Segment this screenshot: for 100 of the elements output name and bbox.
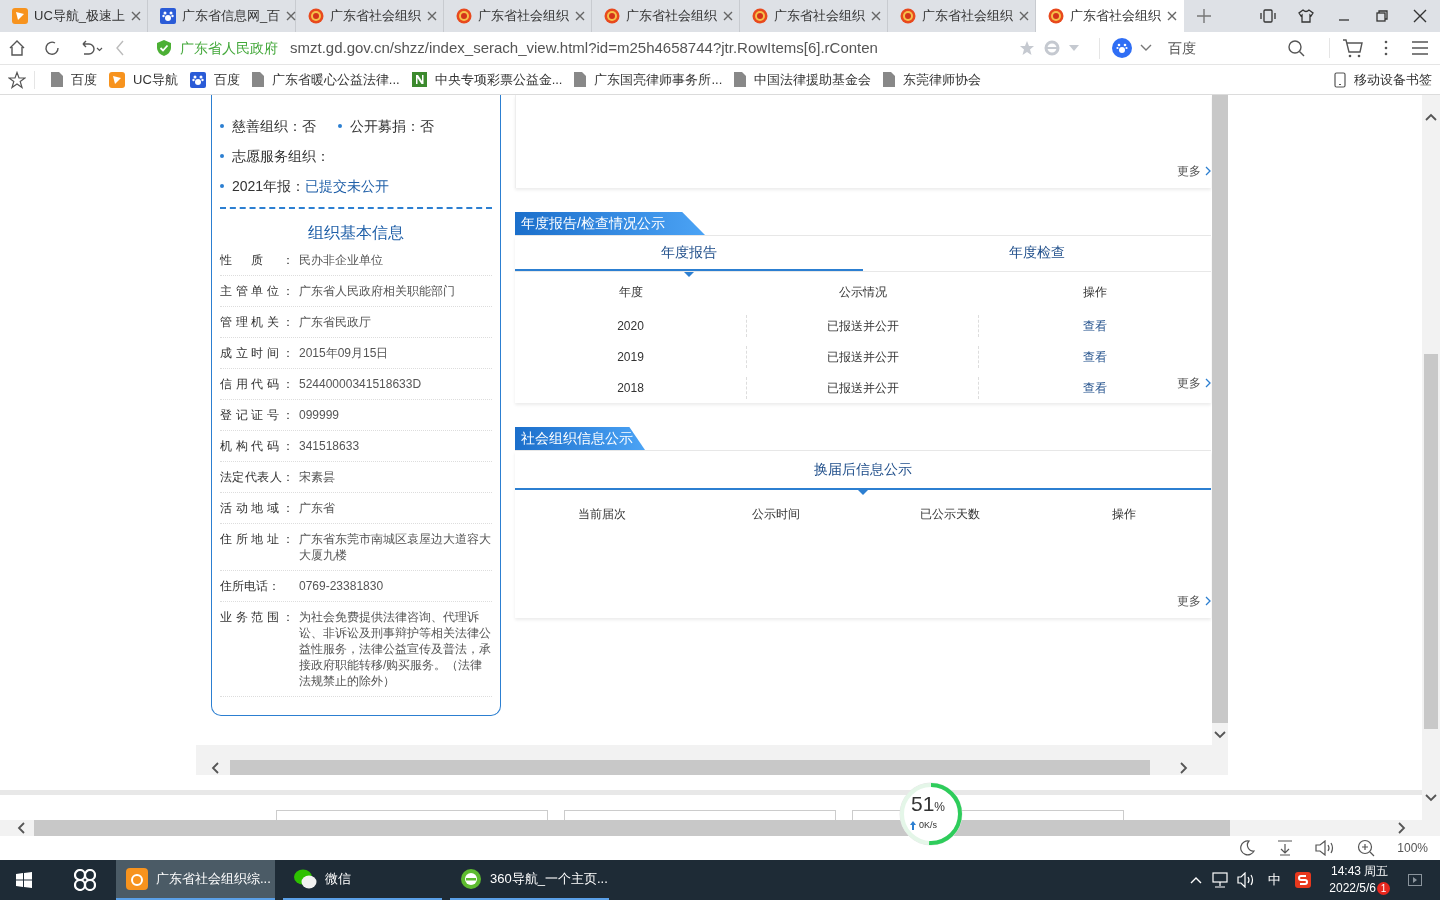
field-label: 信用代码：	[220, 376, 294, 392]
more-link[interactable]: 更多	[1177, 592, 1211, 610]
pointer-icon	[684, 271, 694, 277]
table-cell: 2020	[515, 315, 747, 338]
close-icon[interactable]	[575, 11, 585, 21]
star-icon[interactable]	[1018, 40, 1035, 56]
scrollbar-thumb[interactable]	[34, 820, 1230, 836]
chevron-left-icon[interactable]	[17, 822, 25, 834]
tab-title: UC导航_极速上	[34, 7, 125, 26]
more-link[interactable]: 更多	[1177, 374, 1211, 393]
document-icon	[574, 72, 587, 87]
chevron-up-icon[interactable]	[1425, 113, 1437, 121]
taskbar-app[interactable]: 360导航_一个主页...	[450, 860, 609, 900]
section-title: 组织基本信息	[307, 223, 405, 243]
chevron-right-icon[interactable]	[1180, 761, 1188, 774]
address-field[interactable]: smzt.gd.gov.cn/shzz/index_serach_view.html?id=m25h4658744?jtr.RowItems[6].rConten	[290, 36, 1019, 60]
taskbar-app[interactable]: 广东省社会组织综...	[116, 860, 275, 900]
download-icon[interactable]	[1277, 840, 1294, 856]
letter-s-logo-icon[interactable]	[1295, 872, 1312, 888]
field-label: 活动地域：	[220, 500, 294, 516]
chevron-right-icon[interactable]	[1398, 822, 1406, 834]
zoom-in-icon[interactable]	[1357, 839, 1376, 857]
view-link[interactable]: 查看	[1083, 347, 1107, 366]
vibrate-icon[interactable]	[1260, 8, 1276, 24]
site-name: 广东省人民政府	[180, 38, 278, 58]
tab-title: 广东省社会组织	[922, 7, 1013, 26]
close-icon[interactable]	[1167, 11, 1177, 21]
star-outline-icon[interactable]	[8, 70, 26, 89]
tab-title: 广东省社会组织	[774, 7, 865, 26]
bookmark-item[interactable]: 百度	[51, 69, 97, 90]
field-label: 住所地址：	[220, 531, 294, 548]
menu-icon[interactable]	[1412, 41, 1428, 55]
network-icon[interactable]	[1212, 872, 1229, 888]
panel-tab[interactable]: 年度检查	[863, 236, 1211, 271]
bookmark-item[interactable]: 百度	[189, 69, 240, 90]
chevron-left-icon[interactable]	[211, 761, 219, 774]
scrollbar-thumb[interactable]	[1424, 354, 1438, 729]
search-field[interactable]: 百度	[1167, 37, 1278, 59]
browser-tab[interactable]: 广东省社会组织	[1036, 0, 1184, 32]
panel-tab[interactable]: 换届后信息公示	[515, 451, 1211, 488]
home-icon[interactable]	[8, 39, 26, 57]
field-value: 0769-23381830	[299, 578, 384, 594]
document-icon	[251, 72, 264, 87]
moon-icon[interactable]	[1239, 840, 1256, 856]
close-icon[interactable]	[1412, 8, 1428, 24]
bookmark-item[interactable]: 广东省暖心公益法律...	[251, 69, 400, 90]
speaker-icon[interactable]	[1237, 872, 1256, 888]
close-icon[interactable]	[723, 11, 733, 21]
field-value: 广东省人民政府相关职能部门	[299, 283, 455, 299]
phone-icon	[1334, 71, 1346, 88]
bookmark-item[interactable]: UC导航	[109, 69, 178, 90]
field-value: 民办非企业单位	[299, 252, 383, 268]
bookmark-item[interactable]: 中国法律援助基金会	[734, 69, 872, 90]
scrollbar-thumb[interactable]	[1212, 95, 1228, 723]
close-icon[interactable]	[871, 11, 881, 21]
bookmark-item[interactable]: 中央专项彩票公益金...	[411, 69, 563, 90]
view-link[interactable]: 查看	[1083, 317, 1107, 336]
view-link[interactable]: 查看	[1083, 378, 1107, 397]
reload-icon[interactable]	[43, 39, 61, 57]
arrow-up-icon	[910, 821, 916, 831]
close-icon[interactable]	[427, 11, 437, 21]
emblem-icon	[604, 8, 620, 24]
field-label: 主管单位：	[220, 283, 294, 299]
field-value: 广东省民政厅	[299, 314, 371, 330]
close-icon[interactable]	[131, 11, 141, 21]
windows-logo-icon[interactable]	[16, 872, 32, 888]
bookmark-item[interactable]: 东莞律师协会	[883, 69, 982, 90]
more-icon[interactable]	[1384, 40, 1388, 56]
restore-icon[interactable]	[1374, 8, 1390, 24]
bookmark-item[interactable]: 广东国亮律师事务所...	[574, 69, 723, 90]
column-header: 已公示天数	[919, 506, 981, 523]
chevron-down-icon[interactable]	[1425, 794, 1437, 802]
speaker-icon[interactable]	[1315, 840, 1336, 856]
summary-value: 已提交未公开	[305, 176, 390, 196]
mobile-bookmarks-link[interactable]: 移动设备书签	[1334, 69, 1432, 90]
cart-icon[interactable]	[1342, 38, 1364, 58]
summary-label: 慈善组织：	[232, 116, 302, 136]
column-header: 操作	[1082, 283, 1108, 301]
percent-unit: %	[934, 800, 946, 816]
panel-tab[interactable]: 年度报告	[515, 236, 863, 271]
emblem-icon	[1048, 8, 1064, 24]
taskbar-app[interactable]: 微信	[283, 860, 442, 900]
close-icon[interactable]	[1019, 11, 1029, 21]
search-icon[interactable]	[1287, 39, 1305, 57]
clock-date: 2022/5/6	[1329, 880, 1376, 897]
shirt-icon[interactable]	[1298, 8, 1314, 24]
clock[interactable]: 14:43 周五 2022/5/6 1	[1329, 863, 1390, 897]
chevron-down-icon[interactable]	[1214, 731, 1226, 739]
chat-bubbles-icon	[293, 868, 317, 890]
zoom-level[interactable]: 100%	[1397, 839, 1428, 857]
input-method-indicator[interactable]: 中	[1268, 870, 1282, 890]
close-icon[interactable]	[286, 11, 297, 21]
column-header: 操作	[1111, 506, 1137, 523]
scrollbar-thumb[interactable]	[230, 760, 1150, 775]
table-cell: 2019	[515, 345, 747, 368]
notification-icon[interactable]	[1408, 874, 1422, 886]
more-link[interactable]: 更多	[1177, 162, 1211, 180]
triangle-logo-icon	[12, 8, 28, 24]
app-label: 广东省社会组织综...	[156, 870, 271, 889]
paw-logo-icon	[160, 8, 176, 24]
